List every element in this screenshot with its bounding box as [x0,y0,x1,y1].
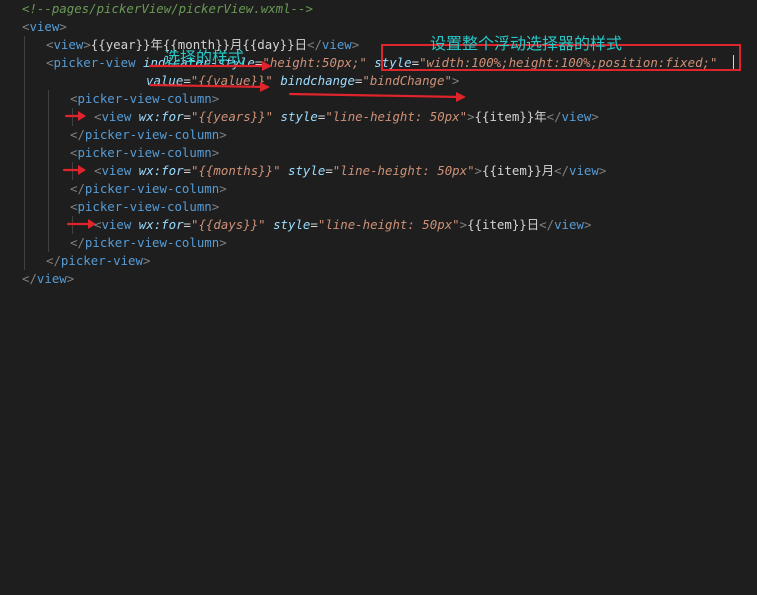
arrow-head [262,61,272,71]
arrow-head [88,219,96,229]
arrow-to-bindchange [288,92,464,99]
arrow-head [260,82,270,92]
arrow-head [78,165,86,175]
arrow-head [78,111,86,121]
arrow-to-value [148,83,268,89]
arrow-head [456,92,466,102]
annotation-arrows [62,61,466,229]
